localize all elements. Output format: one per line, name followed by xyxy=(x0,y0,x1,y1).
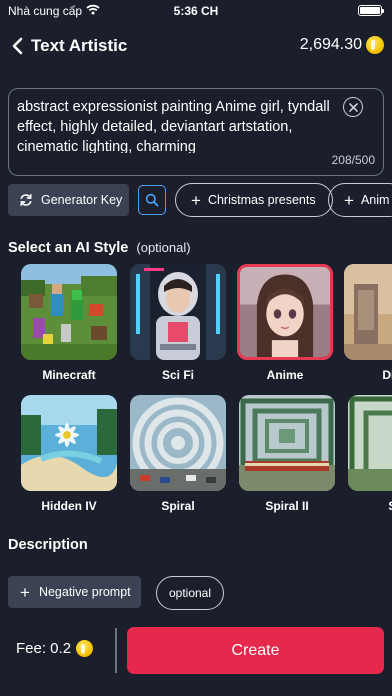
negative-prompt-label: Negative prompt xyxy=(38,585,131,599)
coin-balance[interactable]: 2,694.30 xyxy=(300,36,384,54)
fee-label: Fee: 0.2 xyxy=(16,640,72,657)
style-item-spiral[interactable]: Spiral xyxy=(130,395,226,513)
tag-label: Anim xyxy=(360,193,390,207)
style-thumbnail xyxy=(21,395,117,491)
style-label: Hidden IV xyxy=(41,499,97,513)
balance-value: 2,694.30 xyxy=(299,36,362,53)
style-item-spiral-ii[interactable]: Spiral II xyxy=(239,395,335,513)
status-bar: Nhà cung cấp 5:36 CH xyxy=(0,0,392,22)
tag-chip[interactable]: + Christmas presents xyxy=(175,183,333,217)
style-thumbnail xyxy=(130,395,226,491)
style-item-anime[interactable]: Anime xyxy=(237,264,333,382)
close-icon xyxy=(348,102,358,112)
style-thumbnail xyxy=(348,395,392,491)
style-row: Minecraft Sci Fi Anime D xyxy=(0,264,392,384)
style-label: Sp xyxy=(348,499,392,513)
plus-icon: + xyxy=(191,190,201,210)
style-thumbnail xyxy=(344,264,392,360)
section-title-description: Description xyxy=(8,537,88,553)
clock: 5:36 CH xyxy=(173,4,219,18)
back-button[interactable] xyxy=(6,34,28,58)
generator-key-button[interactable]: Generator Key xyxy=(8,184,129,216)
style-thumbnail xyxy=(239,395,335,491)
character-count: 208/500 xyxy=(331,153,375,167)
style-row: Hidden IV Spiral Spiral II xyxy=(0,395,392,515)
tag-chip[interactable]: + Anim xyxy=(328,183,392,217)
chevron-left-icon xyxy=(12,37,23,55)
style-thumbnail xyxy=(237,264,333,360)
fee-info: Fee: 0.2 xyxy=(16,640,94,657)
optional-hint: (optional) xyxy=(136,240,191,255)
prompt-input[interactable]: abstract expressionist painting Anime gi… xyxy=(8,88,384,176)
section-title-ai-style: Select an AI Style (optional) xyxy=(8,240,191,256)
style-thumbnail xyxy=(130,264,226,360)
prompt-toolbar: Generator Key + Christmas presents + Ani… xyxy=(8,183,392,217)
style-item-minecraft[interactable]: Minecraft xyxy=(21,264,117,382)
prompt-text[interactable]: abstract expressionist painting Anime gi… xyxy=(17,97,335,153)
section-title-text: Select an AI Style xyxy=(8,240,129,256)
plus-icon: + xyxy=(20,582,30,602)
header: Text Artistic 2,694.30 xyxy=(0,28,392,64)
style-label: Spiral II xyxy=(265,499,309,513)
refresh-icon xyxy=(20,194,32,206)
style-label: Anime xyxy=(266,368,304,382)
tag-label: Christmas presents xyxy=(207,193,316,207)
footer-divider xyxy=(115,628,117,673)
plus-icon: + xyxy=(344,190,354,210)
style-item-dig[interactable]: Dig xyxy=(344,264,392,382)
search-button[interactable] xyxy=(138,185,166,215)
coin-icon xyxy=(76,640,94,657)
negative-prompt-button[interactable]: + Negative prompt xyxy=(8,576,141,608)
style-item-hidden-iv[interactable]: Hidden IV xyxy=(21,395,117,513)
generator-key-label: Generator Key xyxy=(41,193,123,207)
clear-prompt-button[interactable] xyxy=(343,97,363,117)
style-item-sp[interactable]: Sp xyxy=(348,395,392,513)
style-label: Sci Fi xyxy=(161,368,194,382)
coin-icon xyxy=(366,36,384,54)
page-title: Text Artistic xyxy=(31,36,128,55)
style-label: Minecraft xyxy=(42,368,96,382)
battery-icon xyxy=(358,5,384,16)
style-label: Dig xyxy=(382,368,392,382)
style-thumbnail xyxy=(21,264,117,360)
style-item-sci-fi[interactable]: Sci Fi xyxy=(130,264,226,382)
style-label: Spiral xyxy=(161,499,195,513)
create-button[interactable]: Create xyxy=(127,627,384,674)
search-icon xyxy=(145,193,159,207)
optional-chip[interactable]: optional xyxy=(156,576,224,610)
